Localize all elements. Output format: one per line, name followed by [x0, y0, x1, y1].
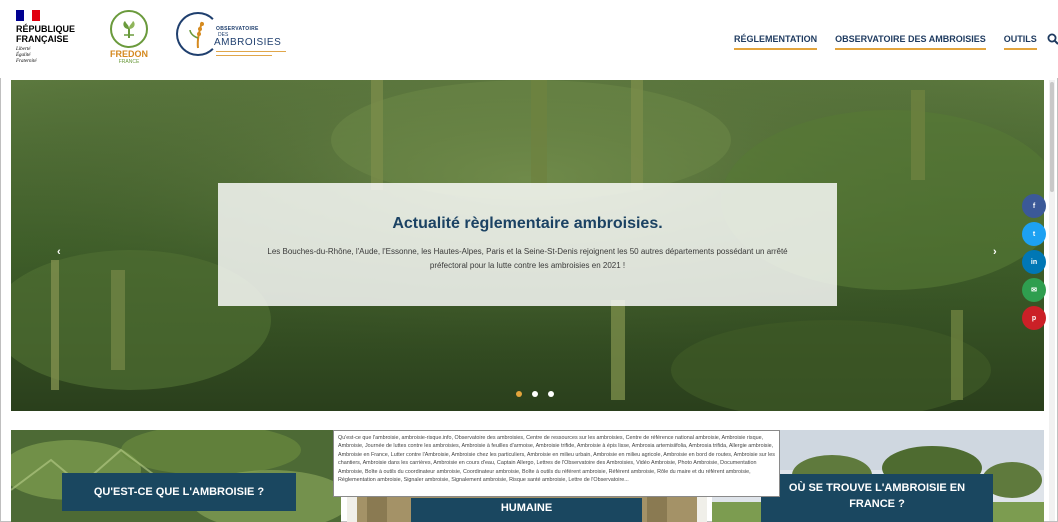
oda-divider — [216, 51, 286, 52]
rf-title-line2: FRANÇAISE — [16, 34, 69, 44]
rf-title-line1: RÉPUBLIQUE — [16, 24, 76, 34]
email-share-button[interactable]: ✉ — [1022, 278, 1046, 302]
linkedin-icon: in — [1030, 258, 1038, 266]
keywords-tooltip: Qu'est-ce que l'ambroisie, ambroisie-ris… — [333, 430, 780, 497]
pinterest-share-button[interactable]: p — [1022, 306, 1046, 330]
nav-reglementation[interactable]: RÉGLEMENTATION — [734, 34, 818, 50]
facebook-share-button[interactable]: f — [1022, 194, 1046, 218]
nav-observatoire[interactable]: OBSERVATOIRE DES AMBROISIES — [835, 34, 986, 50]
facebook-icon: f — [1032, 202, 1036, 210]
observatoire-ambroisies-logo[interactable]: OBSERVATOIRE DES AMBROISIES — [176, 12, 296, 64]
slider-dot-1[interactable] — [516, 391, 522, 397]
card-human-label: HUMAINE — [411, 498, 642, 522]
rf-motto-fraternite: Fraternité — [16, 59, 37, 64]
ambroisie-plant-icon — [176, 12, 220, 56]
republique-francaise-logo[interactable]: RÉPUBLIQUE FRANÇAISE Liberté Égalité Fra… — [16, 10, 86, 65]
linkedin-share-button[interactable]: in — [1022, 250, 1046, 274]
search-icon[interactable] — [1047, 32, 1058, 46]
slider-prev-arrow[interactable]: ‹ — [57, 246, 61, 258]
card-where-label-line1: OÙ SE TROUVE L'AMBROISIE EN — [788, 482, 966, 494]
main-nav: RÉGLEMENTATION OBSERVATOIRE DES AMBROISI… — [716, 32, 1058, 50]
slider-next-arrow[interactable]: › — [993, 246, 997, 258]
card-what-is-ambroisie[interactable]: QU'EST-CE QUE L'AMBROISIE ? — [11, 430, 341, 522]
hero-text: Les Bouches-du-Rhône, l'Aude, l'Essonne,… — [267, 247, 788, 270]
hero-caption-box: Actualité règlementaire ambroisies. Les … — [218, 183, 837, 306]
slider-dot-2[interactable] — [532, 391, 538, 397]
fredon-name: FREDON — [110, 49, 148, 59]
hero-slider: ‹ › Actualité règlementaire ambroisies. … — [11, 80, 1044, 411]
nav-outils[interactable]: OUTILS — [1003, 34, 1037, 50]
pinterest-icon: p — [1031, 314, 1037, 322]
slider-dots — [516, 391, 564, 397]
twitter-icon: t — [1032, 230, 1036, 238]
card-where-label-line2: FRANCE ? — [849, 498, 905, 510]
email-icon: ✉ — [1031, 287, 1037, 294]
twitter-share-button[interactable]: t — [1022, 222, 1046, 246]
oda-line3: AMBROISIES — [214, 37, 282, 48]
oda-divider-2 — [216, 55, 272, 56]
page-scrollbar-thumb[interactable] — [1050, 82, 1054, 192]
hero-title: Actualité règlementaire ambroisies. — [392, 215, 663, 232]
card-where-label: OÙ SE TROUVE L'AMBROISIE EN FRANCE ? — [761, 474, 993, 522]
card-what-is-label: QU'EST-CE QUE L'AMBROISIE ? — [62, 473, 296, 511]
french-flag-icon — [16, 10, 40, 21]
slider-dot-3[interactable] — [548, 391, 554, 397]
fredon-logo[interactable]: FREDON FRANCE — [104, 10, 154, 65]
site-header: RÉPUBLIQUE FRANÇAISE Liberté Égalité Fra… — [0, 0, 1058, 78]
fredon-sub: FRANCE — [118, 59, 140, 65]
tree-icon — [110, 10, 148, 48]
